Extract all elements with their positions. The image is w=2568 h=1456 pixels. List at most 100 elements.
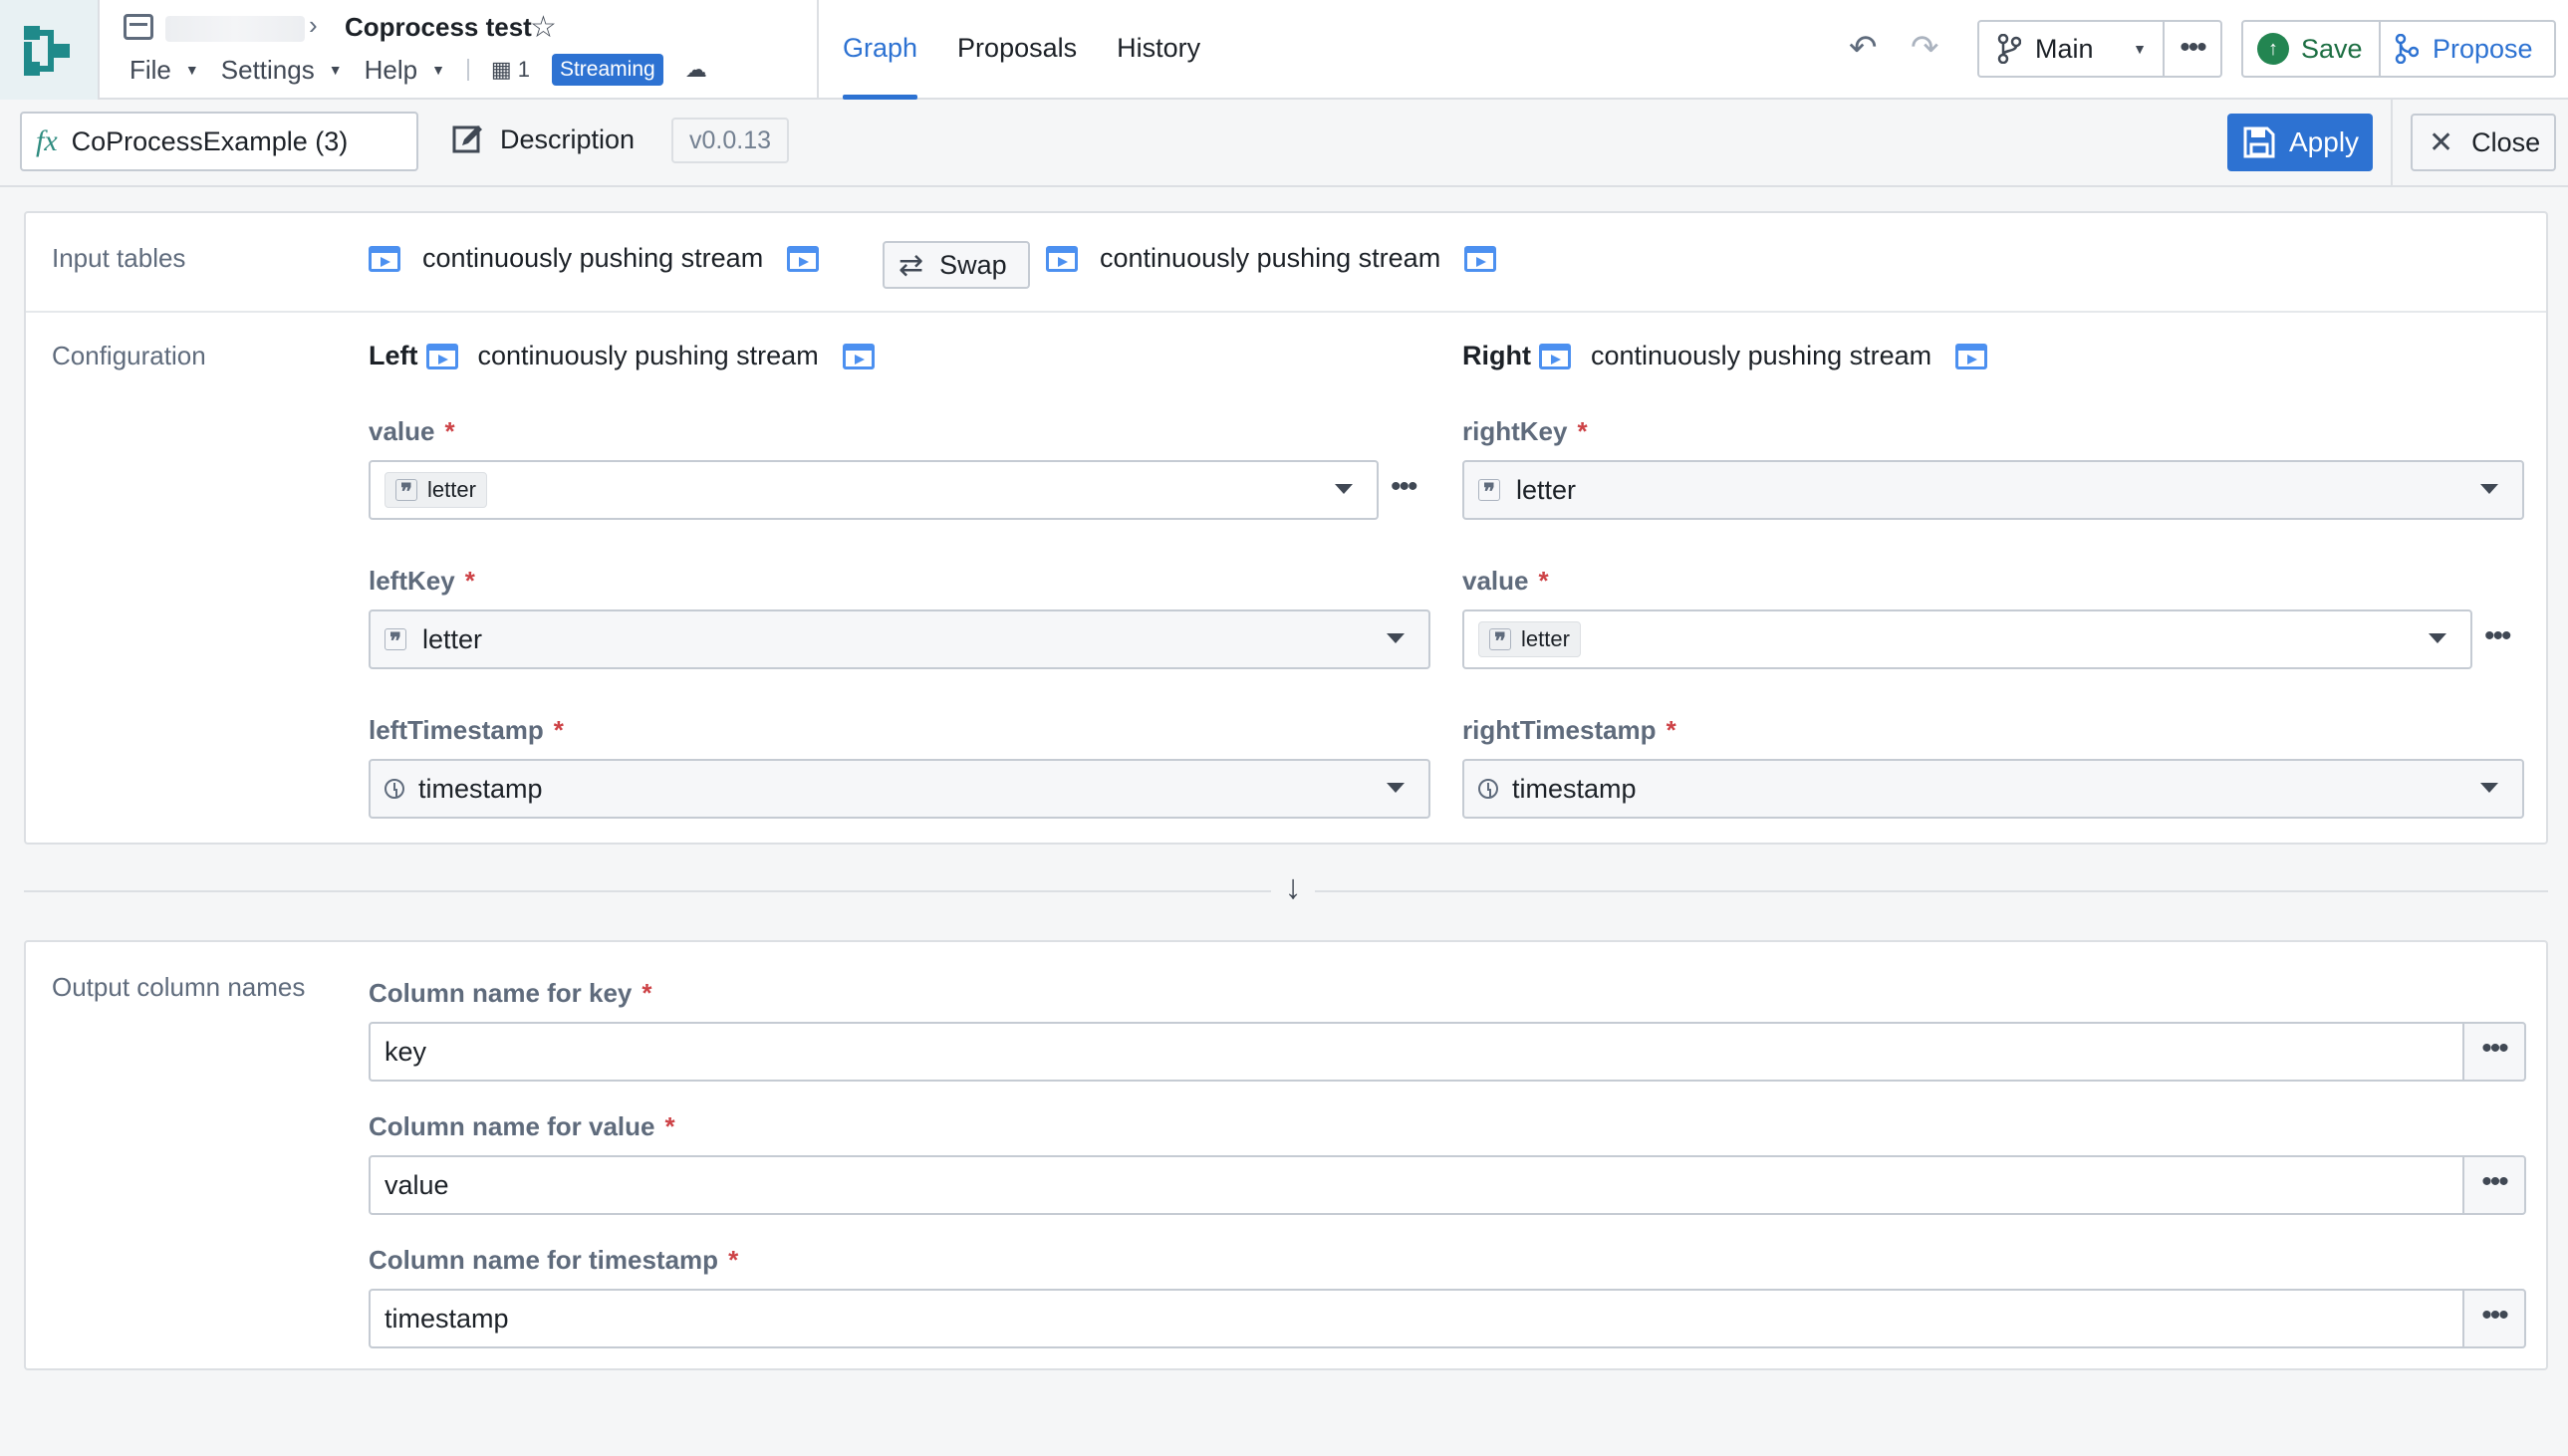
clock-icon <box>1478 779 1498 799</box>
required-marker: * <box>1666 715 1676 745</box>
right-timestamp-select[interactable]: timestamp <box>1462 759 2524 819</box>
output-key-input[interactable]: key <box>369 1022 2490 1082</box>
left-side-header: Left continuously pushing stream <box>369 341 875 371</box>
star-icon[interactable]: ☆ <box>530 10 557 45</box>
left-input-table-name: continuously pushing stream <box>422 243 764 273</box>
save-propose-group: ↑ Save Propose <box>2241 20 2556 78</box>
folder-icon[interactable] <box>124 14 153 40</box>
git-merge-icon <box>2395 34 2419 64</box>
collaborators[interactable]: ▦ 1 <box>491 57 530 83</box>
caret-down-icon: ▼ <box>431 62 445 78</box>
edit-icon <box>452 125 482 153</box>
swap-button[interactable]: ⇄ Swap <box>883 241 1030 289</box>
column-tag[interactable]: ❞ letter <box>385 472 487 508</box>
app-logo[interactable] <box>0 0 100 100</box>
chevron-right-icon: › <box>309 10 318 40</box>
tab-history[interactable]: History <box>1117 0 1200 100</box>
column-tag-label: letter <box>1521 626 1570 651</box>
field-label-text: rightTimestamp <box>1462 715 1657 745</box>
menu-settings[interactable]: Settings ▼ <box>221 55 343 86</box>
caret-down-icon: ▼ <box>184 62 199 78</box>
redo-icon[interactable]: ↷ <box>1911 28 1939 68</box>
left-value-select[interactable]: ❞ letter <box>369 460 1379 520</box>
field-label-text: leftKey <box>369 566 455 596</box>
more-options-icon[interactable]: ••• <box>2462 1289 2526 1348</box>
right-key-select[interactable]: ❞ letter <box>1462 460 2524 520</box>
floppy-disk-icon <box>2243 126 2275 158</box>
caret-down-icon <box>1335 484 1353 494</box>
required-marker: * <box>464 566 475 596</box>
required-marker: * <box>1538 566 1549 596</box>
left-table-name: continuously pushing stream <box>477 341 819 370</box>
description-button[interactable]: Description <box>452 123 635 155</box>
more-options-icon[interactable]: ••• <box>2462 1022 2526 1082</box>
save-button[interactable]: ↑ Save <box>2243 22 2381 76</box>
caret-down-icon <box>1387 783 1405 793</box>
menu-help-label: Help <box>364 54 418 85</box>
cloud-check-icon[interactable]: ☁ <box>685 57 707 83</box>
field-label-text: leftTimestamp <box>369 715 544 745</box>
tab-graph[interactable]: Graph <box>843 0 918 100</box>
menu-file[interactable]: File ▼ <box>129 55 199 86</box>
more-options-icon[interactable]: ••• <box>2484 619 2511 653</box>
main-tabs: Graph Proposals History <box>843 0 1200 100</box>
field-label-text: Column name for timestamp <box>369 1245 719 1275</box>
quote-icon: ❞ <box>395 479 417 504</box>
output-key-label: Column name for key * <box>369 978 652 1009</box>
breadcrumb-redacted[interactable] <box>165 16 305 42</box>
transform-name-field[interactable]: fx CoProcessExample (3) <box>20 112 418 171</box>
input-tables-label: Input tables <box>52 243 186 273</box>
more-options-icon[interactable]: ••• <box>1391 470 1417 504</box>
field-label-text: Column name for key <box>369 978 633 1008</box>
version-tag: v0.0.13 <box>671 118 790 163</box>
column-tag[interactable]: ❞ letter <box>1478 621 1581 657</box>
menu-help[interactable]: Help ▼ <box>365 55 445 86</box>
right-input-table[interactable]: continuously pushing stream <box>1046 243 1497 274</box>
pipeline-logo-icon <box>24 26 70 76</box>
left-timestamp-select[interactable]: timestamp <box>369 759 1430 819</box>
open-table-icon[interactable] <box>1464 245 1497 272</box>
collaborators-count: 1 <box>517 57 530 82</box>
open-table-icon[interactable] <box>842 343 875 369</box>
right-side-header: Right continuously pushing stream <box>1462 341 1988 371</box>
required-marker: * <box>444 416 455 446</box>
close-button[interactable]: ✕ Close <box>2411 114 2556 171</box>
field-label-text: value <box>369 416 435 446</box>
caret-down-icon: ▼ <box>2133 41 2147 57</box>
divider <box>2391 100 2393 187</box>
branch-dropdown[interactable]: Main ▼ <box>1979 22 2165 76</box>
required-marker: * <box>1577 416 1588 446</box>
menu-file-label: File <box>129 54 171 85</box>
apply-label: Apply <box>2289 126 2360 157</box>
select-value: letter <box>1516 474 1577 505</box>
transform-header: fx CoProcessExample (3) Description v0.0… <box>0 100 2568 187</box>
select-value: letter <box>422 623 483 654</box>
arrow-down-icon: ↓ <box>1271 868 1315 912</box>
left-input-table[interactable]: continuously pushing stream <box>369 243 820 274</box>
branch-name: Main <box>2035 33 2094 64</box>
swap-label: Swap <box>939 249 1007 280</box>
left-side-label: Left <box>369 341 418 370</box>
transform-name: CoProcessExample (3) <box>71 125 349 156</box>
caret-down-icon <box>2429 633 2446 643</box>
right-key-label: rightKey * <box>1462 416 1588 447</box>
more-options-icon[interactable]: ••• <box>2165 22 2220 76</box>
apply-button[interactable]: Apply <box>2227 114 2373 171</box>
divider <box>26 311 2546 313</box>
required-marker: * <box>553 715 564 745</box>
output-timestamp-input[interactable]: timestamp <box>369 1289 2464 1348</box>
open-table-icon[interactable] <box>1955 343 1988 369</box>
more-options-icon[interactable]: ••• <box>2462 1155 2526 1215</box>
propose-button[interactable]: Propose <box>2381 22 2554 76</box>
required-marker: * <box>642 978 652 1008</box>
swap-icon: ⇄ <box>899 248 924 282</box>
caret-down-icon <box>2480 484 2498 494</box>
right-value-select[interactable]: ❞ letter <box>1462 609 2472 669</box>
undo-icon[interactable]: ↶ <box>1849 28 1878 68</box>
left-key-select[interactable]: ❞ letter <box>369 609 1430 669</box>
tab-proposals[interactable]: Proposals <box>957 0 1077 100</box>
required-marker: * <box>728 1245 739 1275</box>
close-label: Close <box>2471 126 2541 157</box>
output-value-input[interactable]: value <box>369 1155 2464 1215</box>
open-table-icon[interactable] <box>787 245 820 272</box>
